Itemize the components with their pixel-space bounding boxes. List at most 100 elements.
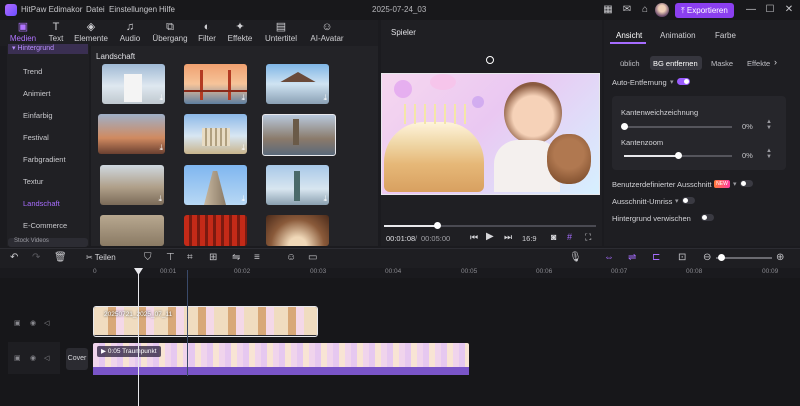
gift-icon[interactable]: ⌂ <box>638 3 652 17</box>
sidebar-item-landscape[interactable]: Landschaft <box>23 199 60 208</box>
sidebar-header[interactable]: ▾ Hintergrund <box>8 44 88 54</box>
aspect-ratio-select[interactable]: 16:9 <box>522 234 537 243</box>
menu-settings[interactable]: Einstellungen <box>109 5 157 14</box>
tab-color[interactable]: Farbe <box>715 31 736 40</box>
subtitle-box-icon[interactable]: ▭ <box>308 252 317 263</box>
track-audio-icon[interactable]: ◁ <box>44 319 49 327</box>
prev-frame-icon[interactable]: ⏮ <box>470 232 478 243</box>
thumb-asian-temple[interactable]: ⤓ <box>266 64 329 104</box>
clip-add-icon[interactable]: ⊞ <box>209 252 217 263</box>
playhead[interactable] <box>138 270 139 406</box>
thumb-acropolis[interactable]: ⤓ <box>184 114 247 154</box>
feedback-icon[interactable]: ✉ <box>620 3 634 17</box>
track-visibility-icon[interactable]: ◉ <box>30 319 36 327</box>
edge-zoom-value[interactable]: 0% <box>742 151 753 160</box>
bg-blur-toggle[interactable] <box>701 214 714 221</box>
custom-cutout-toggle[interactable] <box>740 180 753 187</box>
menu-file[interactable]: Datei <box>86 5 105 14</box>
zoom-out-icon[interactable]: ⊖ <box>703 252 711 263</box>
subtab-bg-remove[interactable]: BG entfernen <box>653 59 698 68</box>
link-icon[interactable]: ⇔ <box>604 252 614 263</box>
split-button[interactable]: ✂ Teilen <box>86 253 116 262</box>
sidebar-item-solid[interactable]: Einfarbig <box>23 111 53 120</box>
export-button[interactable]: ⤒ Exportieren <box>675 3 734 18</box>
snapshot-icon[interactable]: ◙ <box>551 232 556 242</box>
thumb-colosseum[interactable] <box>100 215 164 246</box>
tool-media[interactable]: ▣ Medien <box>9 22 37 44</box>
chevron-right-icon[interactable]: › <box>774 57 777 67</box>
delete-icon[interactable]: 🗑 <box>54 252 67 263</box>
stock-videos-item[interactable]: Stock Videos <box>8 238 88 247</box>
face-icon[interactable]: ☺ <box>286 252 296 263</box>
thumb-castle-sunset[interactable]: ⤓ <box>98 114 165 154</box>
thumb-arch-tunnel[interactable] <box>266 215 329 246</box>
minimize-icon[interactable]: — <box>744 3 758 17</box>
tool-text[interactable]: T Text <box>45 22 67 44</box>
edge-zoom-stepper[interactable]: ▲ ▼ <box>766 148 772 160</box>
menu-help[interactable]: Hilfe <box>159 5 175 14</box>
player-progress-knob[interactable] <box>434 222 441 229</box>
fit-icon[interactable]: ⊡ <box>678 252 686 263</box>
tool-transition[interactable]: ⧉ Übergang <box>150 22 190 44</box>
thumb-golden-gate[interactable]: ⤓ <box>184 64 247 104</box>
fullscreen-icon[interactable]: ⛶ <box>585 232 591 243</box>
mirror-icon[interactable]: ⇋ <box>232 252 240 263</box>
track-visibility-icon[interactable]: ◉ <box>30 354 36 362</box>
snap-icon[interactable]: ⇌ <box>628 252 636 263</box>
tool-elements[interactable]: ◈ Elemente <box>73 22 109 44</box>
thumb-temple[interactable]: ⤓ <box>102 64 165 104</box>
grid-icon[interactable]: # <box>567 232 572 242</box>
sidebar-item-texture[interactable]: Textur <box>23 177 43 186</box>
track-lock-icon[interactable]: ▣ <box>14 319 21 327</box>
subtab-mask[interactable]: Maske <box>711 59 733 68</box>
layout-icon[interactable]: ▦ <box>601 3 615 17</box>
tool-filter[interactable]: ◐ Filter <box>196 22 218 44</box>
edge-blur-knob[interactable] <box>621 123 628 130</box>
subtab-effects[interactable]: Effekte <box>747 59 770 68</box>
sidebar-item-trend[interactable]: Trend <box>23 67 42 76</box>
sidebar-item-ecommerce[interactable]: E-Commerce <box>23 221 67 230</box>
tool-audio[interactable]: ♫ Audio <box>116 22 144 44</box>
avatar[interactable] <box>655 3 669 17</box>
thumb-rome[interactable]: ⤓ <box>100 165 164 205</box>
next-frame-icon[interactable]: ⏭ <box>504 232 512 243</box>
edge-zoom-knob[interactable] <box>675 152 682 159</box>
edge-blur-stepper[interactable]: ▲ ▼ <box>766 119 772 131</box>
maximize-icon[interactable]: ☐ <box>763 3 777 17</box>
sidebar-item-gradient[interactable]: Farbgradient <box>23 155 66 164</box>
sidebar-item-animated[interactable]: Animiert <box>23 89 51 98</box>
video-clip[interactable]: 20250721_2025_07_11 <box>93 306 318 337</box>
thumb-torii-gates[interactable] <box>184 215 247 246</box>
close-icon[interactable]: ✕ <box>782 3 796 17</box>
selection-frame[interactable] <box>381 73 600 195</box>
tab-view[interactable]: Ansicht <box>616 31 642 40</box>
text-frame-icon[interactable]: ⊤ <box>166 252 175 263</box>
redo-icon[interactable]: ↷ <box>32 252 40 263</box>
zoom-in-icon[interactable]: ⊕ <box>776 252 784 263</box>
undo-icon[interactable]: ↶ <box>10 252 18 263</box>
subtab-common[interactable]: üblich <box>620 59 640 68</box>
mic-icon[interactable]: 🎙 <box>569 252 582 263</box>
thumb-statue-liberty[interactable]: ⤓ <box>266 165 329 205</box>
tool-effects[interactable]: ✦ Effekte <box>225 22 255 44</box>
tab-animation[interactable]: Animation <box>660 31 696 40</box>
edge-blur-value[interactable]: 0% <box>742 122 753 131</box>
thumb-flatiron[interactable]: ⤓ <box>184 165 247 205</box>
rotate-handle[interactable] <box>486 56 494 64</box>
shield-icon[interactable]: ⛉ <box>144 252 152 263</box>
edge-blur-slider[interactable] <box>624 126 732 128</box>
zoom-knob[interactable] <box>718 254 725 261</box>
track-icon[interactable]: ⊏ <box>652 252 660 263</box>
track-lock-icon[interactable]: ▣ <box>14 354 21 362</box>
sidebar-item-festival[interactable]: Festival <box>23 133 49 142</box>
tool-subtitles[interactable]: ▤ Untertitel <box>262 22 300 44</box>
thumb-westminster[interactable] <box>262 114 336 156</box>
cutout-outline-toggle[interactable] <box>682 197 695 204</box>
audio-detach-icon[interactable]: ≡ <box>254 252 260 263</box>
play-icon[interactable]: ▶ <box>486 231 494 242</box>
tool-ai-avatar[interactable]: ☺ AI-Avatar <box>306 22 348 44</box>
crop-icon[interactable]: ⌗ <box>187 252 193 263</box>
auto-remove-toggle[interactable] <box>677 78 690 85</box>
cover-button[interactable]: Cover <box>66 348 88 370</box>
track-audio-icon[interactable]: ◁ <box>44 354 49 362</box>
